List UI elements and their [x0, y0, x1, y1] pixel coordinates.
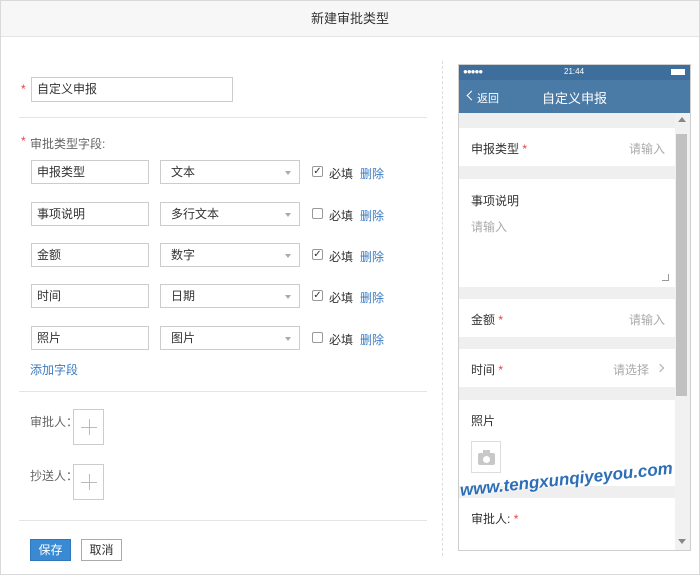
delete-field-link[interactable]: 删除 — [360, 248, 384, 265]
field-type-select[interactable]: 数字 — [160, 243, 300, 267]
field-name-input[interactable]: 申报类型 — [31, 160, 149, 184]
divider — [19, 117, 427, 118]
preview-title: 自定义申报 — [541, 91, 607, 106]
field-name-input[interactable]: 时间 — [31, 284, 149, 308]
delete-field-link[interactable]: 删除 — [360, 331, 384, 348]
caret-down-icon — [285, 213, 291, 217]
new-approval-type-dialog: 新建审批类型 * 自定义申报 * 审批类型字段: 申报类型 文本 ✓ 必填 删除… — [0, 0, 700, 575]
field-type-value: 数字 — [171, 248, 196, 262]
required-checkbox[interactable]: ✓ — [312, 290, 323, 301]
item-placeholder: 请输入 — [628, 142, 665, 156]
panel-divider — [442, 61, 443, 556]
required-checkbox[interactable] — [312, 332, 323, 343]
item-label: 审批人: — [471, 512, 511, 526]
required-mark: * — [522, 142, 528, 156]
item-placeholder: 请选择 — [612, 363, 649, 377]
fields-label: 审批类型字段: — [30, 137, 106, 151]
caret-down-icon — [285, 254, 291, 258]
caret-down-icon — [285, 295, 291, 299]
field-type-select[interactable]: 文本 — [160, 160, 300, 184]
required-checkbox[interactable] — [312, 208, 323, 219]
required-label: 必填 — [329, 333, 354, 347]
camera-lens — [482, 455, 491, 464]
field-row: 时间 日期 ✓ 必填 删除 — [31, 284, 431, 308]
dialog-title: 新建审批类型 — [1, 1, 699, 37]
required-label: 必填 — [329, 167, 354, 181]
approver-label: 审批人： — [30, 415, 79, 429]
battery-icon — [671, 69, 685, 75]
field-name-input[interactable]: 金额 — [31, 243, 149, 267]
field-name-input[interactable]: 照片 — [31, 326, 149, 350]
delete-field-link[interactable]: 删除 — [360, 165, 384, 182]
add-field-link[interactable]: 添加字段 — [30, 361, 78, 378]
cc-label: 抄送人： — [30, 469, 79, 483]
item-label: 金额 — [471, 313, 496, 327]
preview-item-desc[interactable]: 事项说明 请输入 — [459, 179, 675, 287]
field-type-value: 图片 — [171, 331, 196, 345]
status-bar: ●●●●● 21:44 — [459, 65, 690, 80]
required-checkbox[interactable]: ✓ — [312, 166, 323, 177]
required-mark: * — [498, 363, 504, 377]
required-mark: * — [21, 134, 26, 148]
item-placeholder: 请输入 — [471, 220, 508, 234]
scroll-down-icon[interactable] — [678, 539, 686, 544]
item-placeholder: 请输入 — [628, 313, 665, 327]
item-label: 事项说明 — [471, 194, 520, 208]
required-checkbox[interactable]: ✓ — [312, 249, 323, 260]
delete-field-link[interactable]: 删除 — [360, 289, 384, 306]
cancel-button[interactable]: 取消 — [81, 539, 122, 561]
required-mark: * — [21, 82, 26, 96]
signal-icon: ●●●●● — [463, 67, 483, 76]
field-row: 金额 数字 ✓ 必填 删除 — [31, 243, 431, 267]
chevron-right-icon — [655, 363, 665, 373]
preview-nav-bar: 返回 自定义申报 — [459, 80, 690, 113]
caret-down-icon — [285, 171, 291, 175]
form-panel: * 自定义申报 * 审批类型字段: 申报类型 文本 ✓ 必填 删除 事项说明 多… — [1, 37, 441, 574]
field-row: 申报类型 文本 ✓ 必填 删除 — [31, 160, 431, 184]
resize-handle-icon[interactable] — [662, 274, 669, 281]
required-mark: * — [513, 512, 519, 526]
field-type-value: 日期 — [171, 289, 196, 303]
required-mark: * — [498, 313, 504, 327]
field-type-select[interactable]: 图片 — [160, 326, 300, 350]
divider — [19, 520, 427, 521]
preview-item-type[interactable]: 申报类型 * 请输入 — [459, 128, 675, 166]
preview-item-amount[interactable]: 金额 * 请输入 — [459, 299, 675, 337]
field-type-value: 多行文本 — [171, 207, 220, 221]
camera-icon[interactable] — [471, 441, 501, 473]
field-row: 事项说明 多行文本 必填 删除 — [31, 202, 431, 226]
item-label: 申报类型 — [471, 142, 520, 156]
required-label: 必填 — [329, 250, 354, 264]
field-type-select[interactable]: 多行文本 — [160, 202, 300, 226]
field-name-input[interactable]: 事项说明 — [31, 202, 149, 226]
divider — [19, 391, 427, 392]
field-type-value: 文本 — [171, 165, 196, 179]
caret-down-icon — [285, 337, 291, 341]
add-cc-plus-icon[interactable] — [73, 464, 104, 500]
approval-name-input[interactable]: 自定义申报 — [31, 77, 233, 102]
required-label: 必填 — [329, 291, 354, 305]
field-type-select[interactable]: 日期 — [160, 284, 300, 308]
item-label: 照片 — [471, 414, 496, 428]
preview-item-time[interactable]: 时间 * 请选择 — [459, 349, 675, 387]
item-label: 时间 — [471, 363, 496, 377]
scrollbar-thumb[interactable] — [676, 134, 687, 396]
required-label: 必填 — [329, 209, 354, 223]
delete-field-link[interactable]: 删除 — [360, 207, 384, 224]
status-time: 21:44 — [564, 67, 585, 76]
add-approver-plus-icon[interactable] — [73, 409, 104, 445]
field-row: 照片 图片 必填 删除 — [31, 326, 431, 350]
save-button[interactable]: 保存 — [30, 539, 71, 561]
preview-item-approver: 审批人: * — [459, 498, 675, 550]
scroll-up-icon[interactable] — [678, 117, 686, 122]
